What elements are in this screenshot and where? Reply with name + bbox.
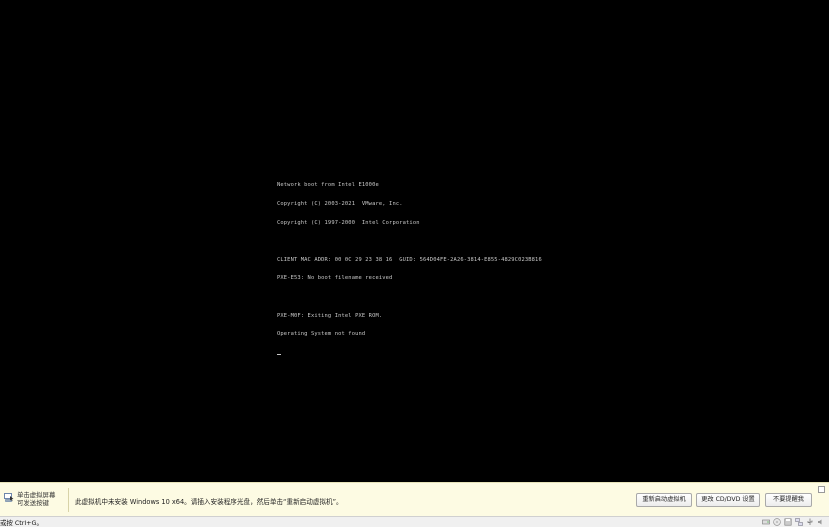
restart-vm-button[interactable]: 重新启动虚拟机 (636, 493, 692, 507)
hard-disk-icon[interactable] (762, 518, 770, 526)
hint-left-line: 可发送按键 (17, 499, 49, 507)
status-text: 或按 Ctrl+G。 (0, 519, 43, 527)
vm-console-screen[interactable]: Network boot from Intel E1000e Copyright… (0, 0, 829, 482)
keyboard-click-icon (4, 493, 14, 502)
floppy-icon[interactable] (784, 518, 792, 526)
install-hint-bar: 单击虚拟屏幕 可发送按键 此虚拟机中未安装 Windows 10 x64。请插入… (0, 482, 829, 516)
install-message: 此虚拟机中未安装 Windows 10 x64。请插入安装程序光盘，然后单击“重… (75, 498, 343, 506)
sound-icon[interactable] (817, 518, 825, 526)
console-line: Network boot from Intel E1000e (277, 182, 379, 189)
console-line: CLIENT MAC ADDR: 00 0C 29 23 38 16 GUID:… (277, 256, 542, 263)
click-screen-hint: 单击虚拟屏幕 可发送按键 (17, 491, 55, 507)
console-line: PXE-E53: No boot filename received (277, 275, 393, 282)
close-icon[interactable] (818, 486, 825, 493)
divider (68, 488, 69, 512)
text-cursor (277, 353, 281, 355)
device-icons (762, 518, 825, 526)
console-line: Operating System not found (277, 331, 366, 338)
dont-remind-button[interactable]: 不要提醒我 (765, 493, 812, 507)
cd-dvd-icon[interactable] (773, 518, 781, 526)
console-line: Copyright (C) 1997-2000 Intel Corporatio… (277, 219, 420, 226)
network-icon[interactable] (795, 518, 803, 526)
usb-icon[interactable] (806, 518, 814, 526)
console-line: PXE-M0F: Exiting Intel PXE ROM. (277, 312, 383, 319)
hint-left-line: 单击虚拟屏幕 (17, 491, 56, 499)
boot-console: Network boot from Intel E1000e Copyright… (277, 170, 542, 367)
console-line: Copyright (C) 2003-2021 VMware, Inc. (277, 201, 403, 208)
status-bar: 或按 Ctrl+G。 (0, 516, 829, 527)
change-cd-dvd-settings-button[interactable]: 更改 CD/DVD 设置 (696, 493, 760, 507)
